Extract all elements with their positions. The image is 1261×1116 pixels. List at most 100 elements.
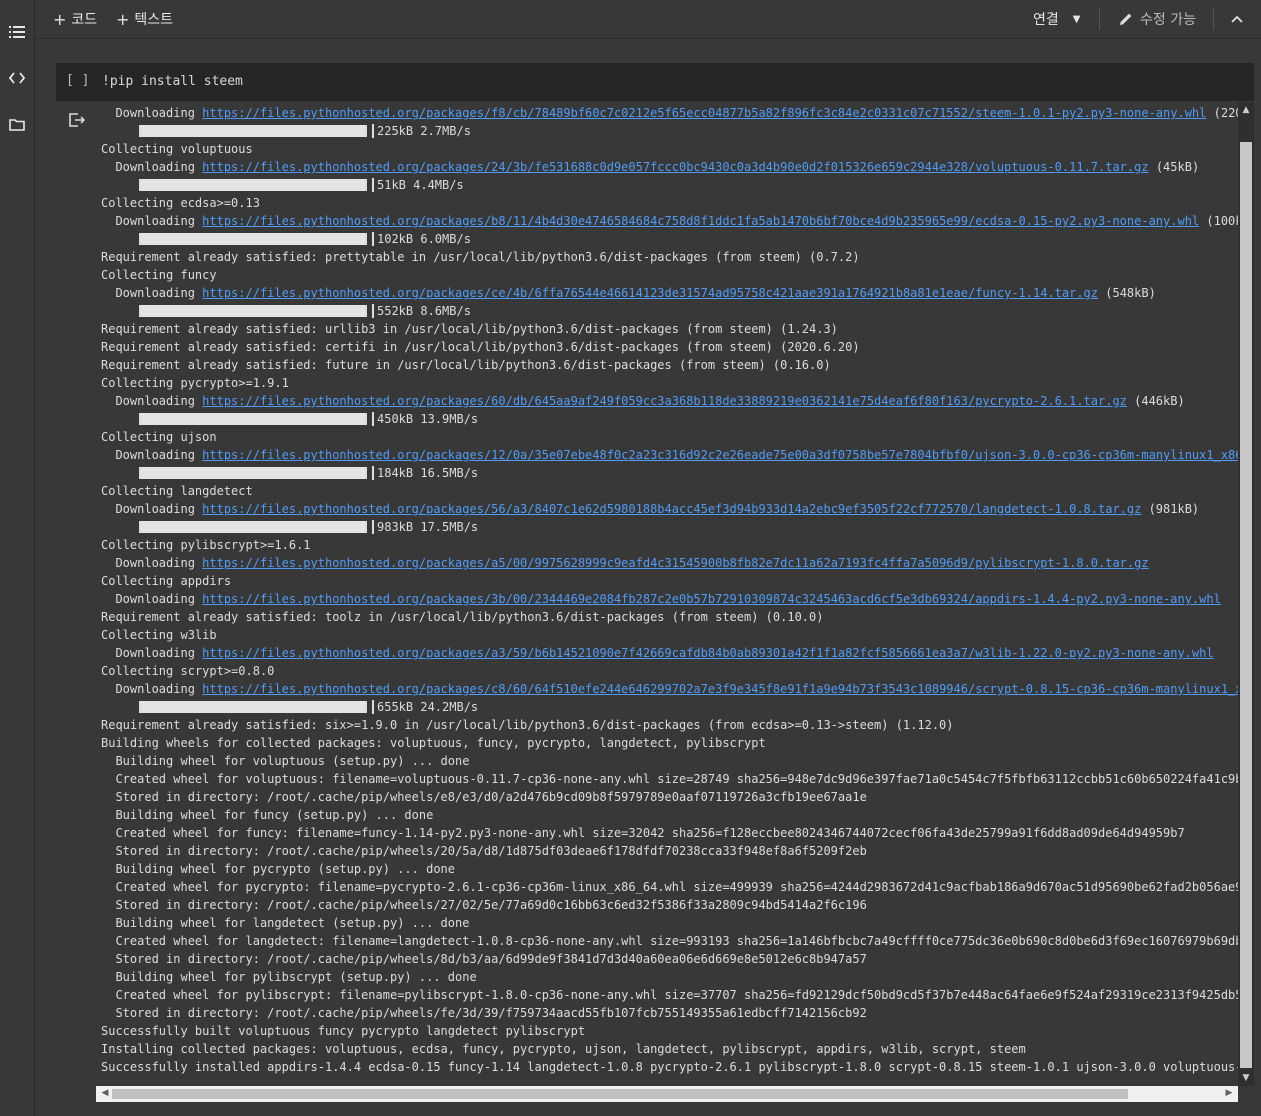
- output-line: Stored in directory: /root/.cache/pip/wh…: [101, 844, 867, 858]
- add-text-button[interactable]: + 텍스트: [116, 9, 173, 29]
- scroll-right-icon[interactable]: ▶: [1222, 1088, 1236, 1098]
- progress-stats: 102kB 6.0MB/s: [377, 232, 471, 246]
- download-prefix: Downloading: [101, 448, 203, 462]
- download-prefix: Downloading: [101, 502, 203, 516]
- horizontal-scroll-thumb[interactable]: [112, 1089, 1128, 1099]
- download-prefix: Downloading: [101, 106, 203, 120]
- progress-bar-end: [372, 178, 374, 192]
- output-line: Collecting w3lib: [101, 628, 217, 642]
- output-line: Created wheel for funcy: filename=funcy-…: [101, 826, 1185, 840]
- package-url-link[interactable]: https://files.pythonhosted.org/packages/…: [202, 286, 1098, 300]
- progress-bar: [139, 701, 367, 713]
- output-line: Stored in directory: /root/.cache/pip/wh…: [101, 898, 867, 912]
- chevron-up-icon: [1231, 15, 1243, 23]
- output-line: Building wheel for voluptuous (setup.py)…: [101, 754, 470, 768]
- progress-line: 225kB 2.7MB/s: [101, 122, 1238, 140]
- cell-output[interactable]: Downloading https://files.pythonhosted.o…: [96, 102, 1238, 1086]
- output-line: Collecting funcy: [101, 268, 217, 282]
- download-prefix: Downloading: [101, 646, 203, 660]
- output-actions-icon[interactable]: [68, 112, 86, 130]
- progress-stats: 184kB 16.5MB/s: [377, 466, 479, 480]
- progress-line: 552kB 8.6MB/s: [101, 302, 1238, 320]
- progress-bar-end: [372, 124, 374, 138]
- output-line: Requirement already satisfied: future in…: [101, 358, 831, 372]
- progress-bar: [139, 413, 367, 425]
- vertical-scroll-thumb[interactable]: [1240, 142, 1252, 1068]
- download-size: (220kB): [1213, 106, 1238, 120]
- code-cell-input[interactable]: [ ] !pip install steem: [56, 63, 1254, 101]
- output-line: Created wheel for voluptuous: filename=v…: [101, 772, 1238, 786]
- package-url-link[interactable]: https://files.pythonhosted.org/packages/…: [202, 160, 1148, 174]
- package-url-link[interactable]: https://files.pythonhosted.org/packages/…: [202, 646, 1213, 660]
- output-line: Successfully installed appdirs-1.4.4 ecd…: [101, 1060, 1238, 1074]
- scroll-down-icon[interactable]: ▼: [1238, 1073, 1254, 1083]
- progress-bar: [139, 521, 367, 533]
- download-size: (45kB): [1148, 160, 1200, 174]
- output-line: Requirement already satisfied: certifi i…: [101, 340, 860, 354]
- package-url-link[interactable]: https://files.pythonhosted.org/packages/…: [202, 556, 1148, 570]
- edit-mode-label: 수정 가능: [1140, 12, 1196, 28]
- progress-bar: [139, 305, 367, 317]
- download-line: Downloading https://files.pythonhosted.o…: [101, 392, 1238, 410]
- download-size: (548kB): [1098, 286, 1156, 300]
- notebook-toolbar: + 코드 + 텍스트 연결 ▼ 수정 가능: [35, 0, 1261, 39]
- connect-label: 연결: [1033, 12, 1059, 28]
- edit-mode-button[interactable]: 수정 가능: [1118, 9, 1196, 29]
- output-line: Building wheel for pylibscrypt (setup.py…: [101, 970, 477, 984]
- code-editor[interactable]: !pip install steem: [102, 74, 243, 89]
- collapse-toolbar-button[interactable]: [1231, 9, 1243, 29]
- output-line: Requirement already satisfied: urllib3 i…: [101, 322, 838, 336]
- output-line: Installing collected packages: voluptuou…: [101, 1042, 1026, 1056]
- folder-icon[interactable]: [6, 113, 28, 135]
- download-prefix: Downloading: [101, 286, 203, 300]
- output-line: Stored in directory: /root/.cache/pip/wh…: [101, 1006, 867, 1020]
- package-url-link[interactable]: https://files.pythonhosted.org/packages/…: [202, 502, 1141, 516]
- download-prefix: Downloading: [101, 556, 203, 570]
- download-size: (981kB): [1141, 502, 1200, 516]
- output-line: Building wheels for collected packages: …: [101, 736, 766, 750]
- plus-icon: +: [116, 9, 130, 29]
- pencil-icon: [1120, 13, 1132, 25]
- add-code-button[interactable]: + 코드: [53, 9, 97, 29]
- output-line: Collecting ecdsa>=0.13: [101, 196, 260, 210]
- table-of-contents-icon[interactable]: [6, 21, 28, 43]
- package-url-link[interactable]: https://files.pythonhosted.org/packages/…: [202, 448, 1238, 462]
- output-line: Created wheel for pycrypto: filename=pyc…: [101, 880, 1238, 894]
- package-url-link[interactable]: https://files.pythonhosted.org/packages/…: [202, 214, 1199, 228]
- scroll-left-icon[interactable]: ◀: [98, 1088, 112, 1098]
- package-url-link[interactable]: https://files.pythonhosted.org/packages/…: [202, 682, 1238, 696]
- output-vertical-scrollbar[interactable]: ▲ ▼: [1238, 102, 1254, 1086]
- output-line: Building wheel for pycrypto (setup.py) .…: [101, 862, 456, 876]
- progress-line: 655kB 24.2MB/s: [101, 698, 1238, 716]
- progress-line: 184kB 16.5MB/s: [101, 464, 1238, 482]
- plus-icon: +: [53, 9, 67, 29]
- output-line: Requirement already satisfied: toolz in …: [101, 610, 824, 624]
- connect-button[interactable]: 연결 ▼: [1033, 9, 1080, 29]
- output-line: Building wheel for langdetect (setup.py)…: [101, 916, 470, 930]
- progress-bar: [139, 179, 367, 191]
- package-url-link[interactable]: https://files.pythonhosted.org/packages/…: [202, 394, 1127, 408]
- add-text-label: 텍스트: [134, 12, 174, 28]
- download-line: Downloading https://files.pythonhosted.o…: [101, 644, 1238, 662]
- toolbar-divider: [1213, 8, 1214, 30]
- output-line: Created wheel for pylibscrypt: filename=…: [101, 988, 1238, 1002]
- scroll-up-icon[interactable]: ▲: [1238, 105, 1254, 115]
- progress-stats: 225kB 2.7MB/s: [377, 124, 471, 138]
- output-line: Requirement already satisfied: prettytab…: [101, 250, 860, 264]
- output-horizontal-scrollbar[interactable]: ◀ ▶: [96, 1086, 1238, 1102]
- progress-bar: [139, 233, 367, 245]
- download-prefix: Downloading: [101, 682, 203, 696]
- left-rail: [0, 0, 35, 1116]
- package-url-link[interactable]: https://files.pythonhosted.org/packages/…: [202, 106, 1206, 120]
- download-prefix: Downloading: [101, 214, 203, 228]
- run-cell-button[interactable]: [ ]: [66, 73, 89, 88]
- output-text: Downloading https://files.pythonhosted.o…: [101, 104, 1238, 1076]
- package-url-link[interactable]: https://files.pythonhosted.org/packages/…: [202, 592, 1221, 606]
- progress-line: 983kB 17.5MB/s: [101, 518, 1238, 536]
- code-snippets-icon[interactable]: [6, 67, 28, 89]
- download-size: (446kB): [1126, 394, 1185, 408]
- output-line: Requirement already satisfied: six>=1.9.…: [101, 718, 954, 732]
- caret-down-icon: ▼: [1072, 13, 1081, 25]
- toolbar-divider: [1099, 8, 1100, 30]
- download-prefix: Downloading: [101, 394, 203, 408]
